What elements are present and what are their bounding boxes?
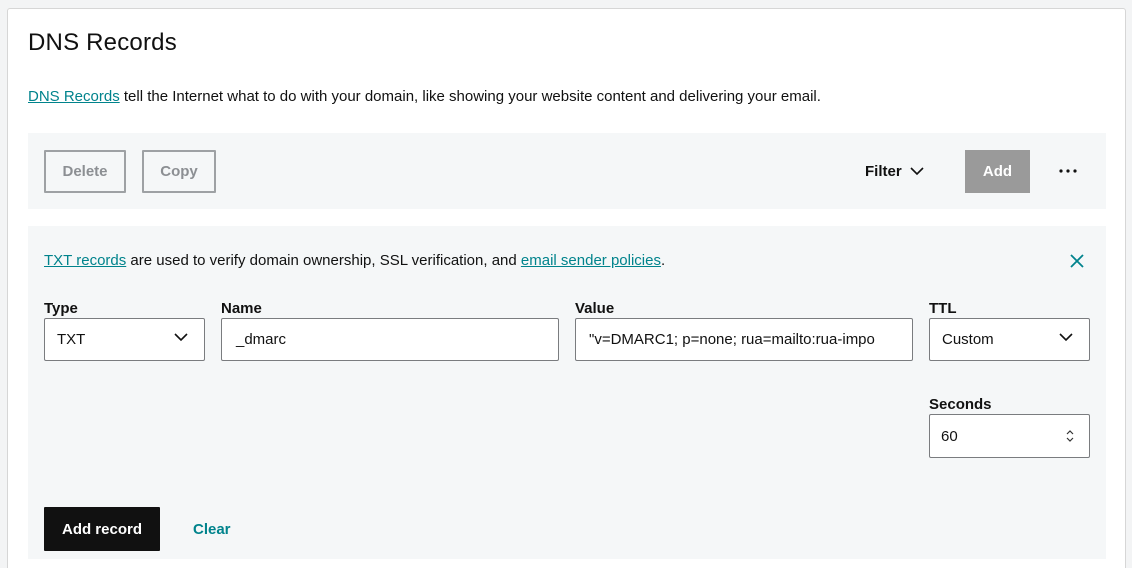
- ttl-label: TTL: [929, 300, 957, 317]
- dns-records-link[interactable]: DNS Records: [28, 88, 120, 105]
- value-label: Value: [575, 300, 615, 317]
- filter-label: Filter: [865, 163, 902, 180]
- add-record-form: TXT records are used to verify domain ow…: [28, 226, 1106, 559]
- chevron-down-icon: [174, 333, 188, 342]
- copy-button[interactable]: Copy: [142, 150, 216, 193]
- ellipsis-icon: [1059, 169, 1077, 173]
- delete-button[interactable]: Delete: [44, 150, 126, 193]
- records-toolbar: Delete Copy Filter Add: [28, 133, 1106, 209]
- banner-text-1: are used to verify domain ownership, SSL…: [126, 252, 521, 269]
- name-label: Name: [221, 300, 262, 317]
- seconds-input[interactable]: 60: [929, 414, 1090, 458]
- filter-dropdown[interactable]: Filter: [865, 150, 924, 193]
- clear-button[interactable]: Clear: [193, 507, 231, 551]
- spinner-arrows-icon[interactable]: [1065, 428, 1075, 444]
- email-sender-policies-link[interactable]: email sender policies: [521, 252, 661, 269]
- ttl-value: Custom: [942, 331, 994, 348]
- intro-description: tell the Internet what to do with your d…: [119, 88, 821, 105]
- seconds-value: 60: [941, 427, 958, 445]
- txt-records-link[interactable]: TXT records: [44, 252, 126, 269]
- intro-text: DNS Records tell the Internet what to do…: [28, 88, 821, 105]
- more-options-button[interactable]: [1056, 161, 1080, 181]
- add-record-button[interactable]: Add record: [44, 507, 160, 551]
- value-text: "v=DMARC1; p=none; rua=mailto:rua-impo: [589, 331, 875, 348]
- txt-info-banner: TXT records are used to verify domain ow…: [44, 252, 665, 269]
- ttl-select[interactable]: Custom: [929, 318, 1090, 361]
- close-icon[interactable]: [1068, 252, 1086, 270]
- seconds-label: Seconds: [929, 396, 992, 413]
- add-button[interactable]: Add: [965, 150, 1030, 193]
- type-label: Type: [44, 300, 78, 317]
- name-value: _dmarc: [236, 331, 287, 348]
- chevron-down-icon: [1059, 333, 1073, 342]
- chevron-down-icon: [910, 167, 924, 176]
- value-input[interactable]: "v=DMARC1; p=none; rua=mailto:rua-impo: [575, 318, 913, 361]
- page-title: DNS Records: [28, 29, 177, 56]
- dns-records-card: DNS Records DNS Records tell the Interne…: [7, 8, 1126, 568]
- type-select[interactable]: TXT: [44, 318, 205, 361]
- banner-text-2: .: [660, 252, 666, 269]
- type-value: TXT: [57, 331, 86, 348]
- name-input[interactable]: _dmarc: [221, 318, 559, 361]
